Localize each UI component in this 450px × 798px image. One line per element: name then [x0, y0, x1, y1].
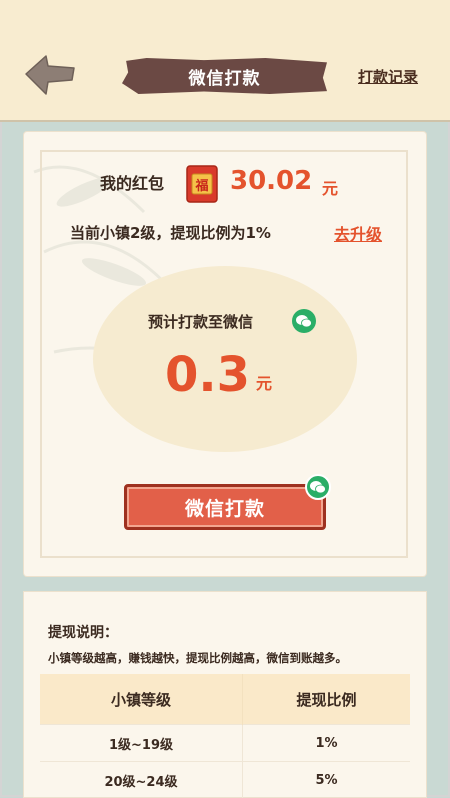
wechat-icon [292, 309, 316, 333]
wallet-amount: 30.02 [230, 166, 312, 196]
estimate-label: 预计打款至微信 [148, 311, 253, 332]
instructions-description: 小镇等级越高，赚钱越快，提现比例越高，微信到账越多。 [48, 650, 347, 666]
column-header-level: 小镇等级 [40, 674, 242, 725]
wechat-payout-button[interactable]: 微信打款 [124, 484, 326, 530]
instructions-title: 提现说明： [48, 622, 118, 642]
level-ratio-table: 小镇等级 提现比例 1级~19级 1% 20级~24级 5% [40, 674, 410, 798]
wallet-unit: 元 [322, 175, 338, 199]
upgrade-link[interactable]: 去升级 [334, 221, 382, 245]
table-row: 20级~24级 5% [40, 762, 410, 798]
level-info-text: 当前小镇2级，提现比例为1% [70, 222, 271, 243]
estimate-unit: 元 [256, 370, 272, 394]
table-cell-ratio: 1% [242, 725, 410, 762]
column-header-ratio: 提现比例 [242, 674, 410, 725]
table-header-row: 小镇等级 提现比例 [40, 674, 410, 725]
red-envelope-icon: 福 [185, 164, 219, 204]
wechat-badge-icon [305, 474, 331, 500]
back-arrow-icon[interactable] [22, 52, 78, 98]
table-row: 1级~19级 1% [40, 725, 410, 762]
table-cell-ratio: 5% [242, 762, 410, 798]
page-title: 微信打款 [122, 58, 327, 94]
payout-records-link[interactable]: 打款记录 [358, 66, 418, 87]
wallet-label: 我的红包 [100, 170, 164, 194]
header-bar: 微信打款 打款记录 [0, 0, 450, 122]
fu-character: 福 [194, 178, 208, 194]
estimate-amount: 0.3 [165, 345, 250, 405]
table-cell-level: 20级~24级 [40, 762, 242, 798]
table-cell-level: 1级~19级 [40, 725, 242, 762]
